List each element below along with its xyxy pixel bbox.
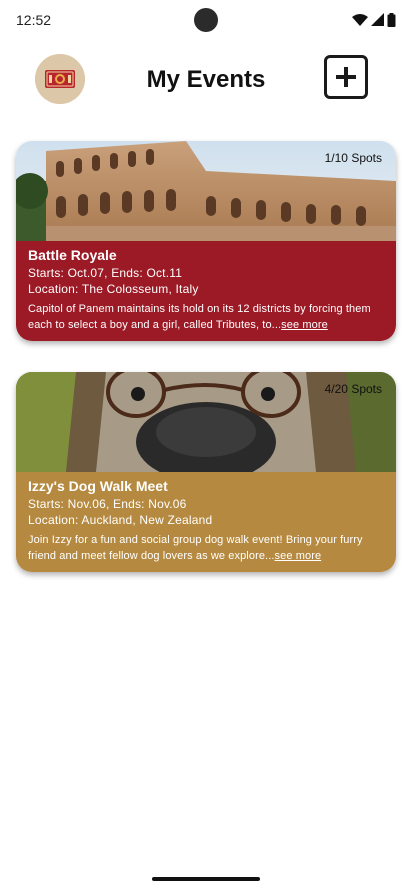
event-dates: Starts: Nov.06, Ends: Nov.06 bbox=[28, 497, 187, 511]
event-details: Battle Royale Starts: Oct.07, Ends: Oct.… bbox=[16, 241, 396, 341]
event-location: Location: The Colosseum, Italy bbox=[28, 282, 199, 296]
event-description: Join Izzy for a fun and social group dog… bbox=[28, 532, 384, 564]
app-header: My Events bbox=[0, 50, 412, 110]
add-event-button[interactable] bbox=[324, 55, 368, 99]
battery-icon bbox=[387, 13, 396, 27]
wifi-icon bbox=[352, 14, 368, 26]
event-location: Location: Auckland, New Zealand bbox=[28, 513, 213, 527]
spots-badge: 4/20 Spots bbox=[324, 382, 382, 396]
see-more-link[interactable]: see more bbox=[275, 550, 322, 562]
event-name: Battle Royale bbox=[28, 247, 117, 263]
event-card[interactable]: 4/20 Spots Izzy's Dog Walk Meet Starts: … bbox=[16, 372, 396, 572]
spots-badge: 1/10 Spots bbox=[324, 151, 382, 165]
status-bar: 12:52 bbox=[0, 0, 412, 40]
event-details: Izzy's Dog Walk Meet Starts: Nov.06, End… bbox=[16, 472, 396, 572]
event-description: Capitol of Panem maintains its hold on i… bbox=[28, 301, 384, 333]
event-name: Izzy's Dog Walk Meet bbox=[28, 478, 168, 494]
event-image-colosseum: 1/10 Spots bbox=[16, 141, 396, 241]
camera-cutout bbox=[194, 8, 218, 32]
event-card[interactable]: 1/10 Spots Battle Royale Starts: Oct.07,… bbox=[16, 141, 396, 341]
home-indicator[interactable] bbox=[152, 877, 260, 881]
status-icons bbox=[352, 13, 396, 27]
signal-icon bbox=[371, 13, 384, 26]
status-time: 12:52 bbox=[16, 12, 52, 28]
see-more-link[interactable]: see more bbox=[281, 319, 328, 331]
event-image-dog: 4/20 Spots bbox=[16, 372, 396, 472]
event-dates: Starts: Oct.07, Ends: Oct.11 bbox=[28, 266, 183, 280]
